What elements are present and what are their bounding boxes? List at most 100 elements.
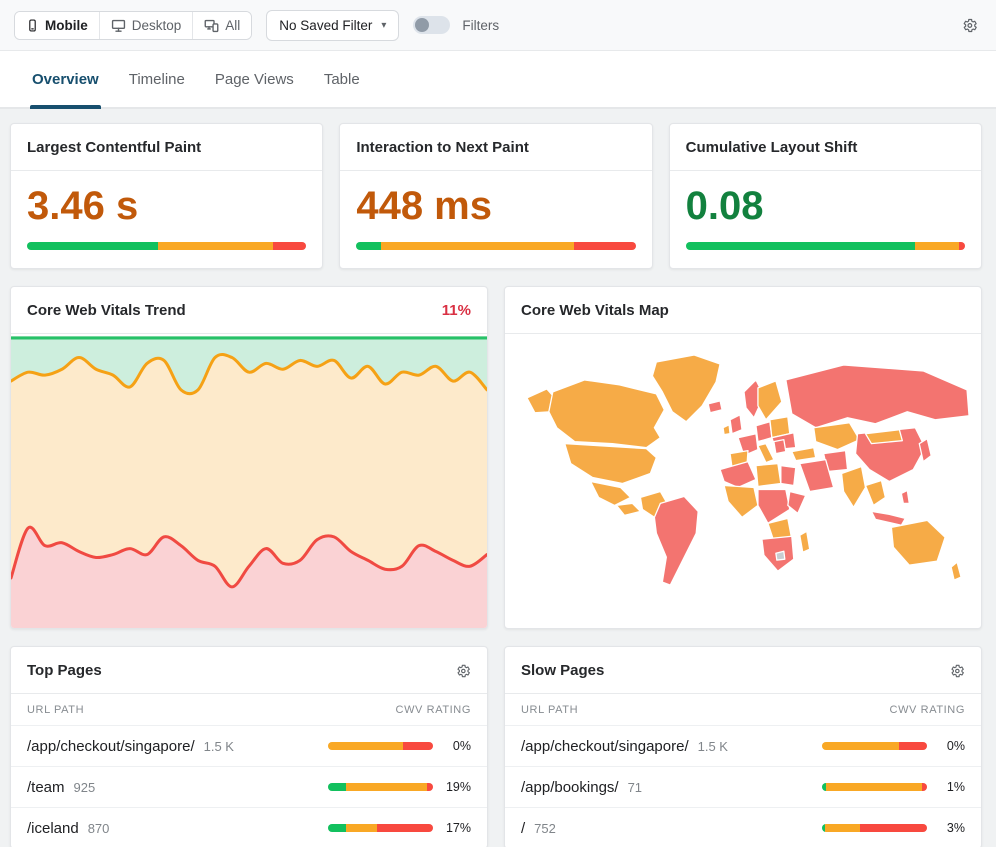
cwv-bar-segment-good (328, 824, 346, 832)
map-region-balkans[interactable] (774, 440, 786, 454)
table-row[interactable]: /app/checkout/singapore/1.5 K0% (11, 725, 487, 766)
filters-toggle-knob (415, 18, 429, 32)
map-region-mexico[interactable] (591, 481, 631, 505)
gear-icon (949, 663, 965, 679)
table-row[interactable]: /iceland87017% (11, 807, 487, 847)
table-row[interactable]: /7523% (505, 807, 981, 847)
map-region-uk[interactable] (730, 415, 742, 434)
map-region-turkey[interactable] (792, 448, 816, 461)
tab-timeline[interactable]: Timeline (129, 51, 185, 107)
saved-filter-label: No Saved Filter (279, 18, 372, 33)
tab-table[interactable]: Table (324, 51, 360, 107)
table-row[interactable]: /app/checkout/singapore/1.5 K0% (505, 725, 981, 766)
map-region-nw-africa[interactable] (720, 462, 756, 488)
table-title: Top Pages (27, 662, 102, 679)
cwv-bar-segment-ni (346, 783, 427, 791)
cwv-bar-segment-ni (381, 242, 574, 250)
url-path[interactable]: /app/checkout/singapore/ (27, 738, 195, 755)
map-region-italy[interactable] (758, 444, 774, 463)
cwv-rating-percent: 17% (433, 821, 471, 835)
device-toggle-mobile[interactable]: Mobile (15, 12, 100, 39)
tab-overview[interactable]: Overview (32, 51, 99, 107)
map-region-madagascar[interactable] (800, 531, 810, 552)
map-region-russia[interactable] (786, 365, 969, 428)
map-region-australia[interactable] (891, 520, 945, 565)
trend-card-title: Core Web Vitals Trend (27, 302, 186, 319)
filters-toggle[interactable] (413, 16, 450, 34)
map-region-philippines[interactable] (901, 490, 909, 503)
map-region-central-america[interactable] (617, 503, 641, 515)
gear-icon (961, 17, 978, 34)
table-settings-button[interactable] (455, 663, 471, 679)
map-region-central-europe[interactable] (756, 422, 772, 442)
saved-filter-dropdown[interactable]: No Saved Filter ▾ (266, 10, 399, 41)
map-region-south-america[interactable] (654, 496, 698, 585)
table-settings-button[interactable] (949, 663, 965, 679)
cwv-bar-segment-good (686, 242, 915, 250)
cwv-bar-segment-poor (377, 824, 433, 832)
url-path[interactable]: /app/bookings/ (521, 779, 619, 796)
metric-value: 448 ms (340, 171, 651, 229)
map-region-lesotho[interactable] (776, 551, 785, 560)
map-region-sweden-finland[interactable] (758, 381, 782, 420)
device-toggle-group: Mobile Desktop All (14, 11, 252, 40)
cwv-distribution-bar (328, 824, 433, 832)
table-row[interactable]: /team92519% (11, 766, 487, 807)
metric-value: 3.46 s (11, 171, 322, 229)
map-region-indonesia[interactable] (871, 511, 905, 525)
url-path[interactable]: /iceland (27, 820, 79, 837)
table-row[interactable]: /app/bookings/71 1% (505, 766, 981, 807)
table-column-headers: URL PATH CWV RATING (505, 694, 981, 725)
map-region-egypt[interactable] (781, 466, 796, 486)
page-view-count: 752 (534, 821, 556, 836)
cwv-bar-segment-ni (915, 242, 960, 250)
map-region-central-africa[interactable] (758, 489, 790, 523)
trend-chart[interactable] (11, 334, 487, 628)
map-region-ireland[interactable] (723, 425, 730, 435)
map-region-usa[interactable] (565, 444, 657, 484)
trend-chart-svg (11, 334, 487, 628)
device-toggle-desktop[interactable]: Desktop (100, 12, 194, 39)
map-region-new-zealand[interactable] (951, 562, 961, 580)
cwv-rating-percent: 1% (927, 780, 965, 794)
desktop-icon (111, 18, 126, 33)
map-region-canada[interactable] (549, 380, 665, 448)
page-view-count: 71 (628, 780, 642, 795)
map-region-india[interactable] (842, 467, 866, 508)
map-region-horn-of-africa[interactable] (788, 491, 806, 513)
cwv-bar-segment-ni (328, 742, 403, 750)
column-url-path: URL PATH (27, 704, 84, 716)
url-path[interactable]: / (521, 820, 525, 837)
page-view-count: 1.5 K (204, 739, 234, 754)
metric-title: Interaction to Next Paint (356, 139, 529, 156)
url-path[interactable]: /app/checkout/singapore/ (521, 738, 689, 755)
map-region-libya[interactable] (756, 464, 781, 487)
top-toolbar: Mobile Desktop All No Saved Filter ▾ Fil… (0, 0, 996, 51)
tab-page-views[interactable]: Page Views (215, 51, 294, 107)
gear-icon (455, 663, 471, 679)
map-region-japan[interactable] (919, 439, 931, 462)
cwv-bar-segment-poor (273, 242, 307, 250)
cwv-bar-segment-poor (959, 242, 965, 250)
device-toggle-mobile-label: Mobile (45, 18, 88, 33)
cwv-bar-segment-good (27, 242, 158, 250)
tables-row: Top Pages URL PATH CWV RATING /app/check… (10, 646, 982, 847)
metric-title: Cumulative Layout Shift (686, 139, 858, 156)
cwv-bar-segment-poor (403, 742, 433, 750)
map-region-kazakhstan[interactable] (814, 423, 860, 450)
dashboard-settings-button[interactable] (961, 17, 978, 34)
map-region-west-africa[interactable] (724, 485, 758, 517)
cwv-distribution-bar (822, 742, 927, 750)
metric-card-lcp: Largest Contentful Paint 3.46 s (10, 123, 323, 269)
cwv-bar-segment-ni (346, 824, 378, 832)
cwv-rating-percent: 0% (927, 739, 965, 753)
tab-bar: Overview Timeline Page Views Table (0, 51, 996, 109)
world-map-svg (505, 334, 981, 628)
chevron-down-icon: ▾ (381, 20, 386, 31)
map-region-iceland[interactable] (708, 401, 722, 413)
url-path[interactable]: /team (27, 779, 65, 796)
world-map[interactable] (505, 334, 981, 628)
device-toggle-all-label: All (225, 18, 240, 33)
map-region-se-asia[interactable] (865, 481, 885, 506)
device-toggle-all[interactable]: All (193, 12, 251, 39)
